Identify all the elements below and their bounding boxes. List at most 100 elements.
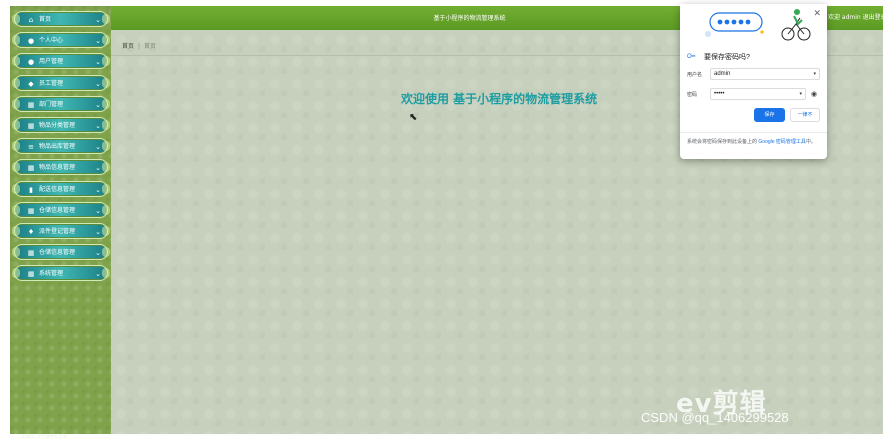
sidebar-item-1[interactable]: ● 个人中心 ⌄ <box>12 32 110 49</box>
menu-cap-left <box>12 226 20 236</box>
sidebar-item-label: 系统管理 <box>39 270 64 278</box>
sidebar-item-4[interactable]: ▦ 部门管理 ⌄ <box>12 95 110 112</box>
chevron-down-icon: ⌄ <box>95 249 101 258</box>
mouse-cursor-icon: ⬉ <box>409 112 418 123</box>
breadcrumb-current: 首页 <box>144 43 157 50</box>
username-field[interactable]: admin ▾ <box>710 68 820 80</box>
sidebar-item-label: 员工管理 <box>39 79 64 87</box>
sidebar-item-9[interactable]: ▦ 仓储信息管理 ⌄ <box>12 201 110 218</box>
user-icon: ● <box>27 37 35 46</box>
menu-cap-right <box>102 14 110 24</box>
status-bar: 0 项目，0 个选中 0 字节 <box>22 434 67 439</box>
chevron-down-icon: ⌄ <box>95 228 101 236</box>
sidebar-item-label: 用户管理 <box>39 58 64 66</box>
username-value: admin <box>714 71 731 77</box>
menu-cap-left <box>12 35 20 46</box>
save-password-button[interactable]: 保存 <box>754 108 785 122</box>
chevron-down-icon: ⌄ <box>95 79 101 88</box>
breadcrumb: 首页 | 首页 <box>122 41 156 50</box>
sidebar-item-7[interactable]: ▦ 物品信息管理 ⌄ <box>12 159 110 176</box>
grid-icon: ▦ <box>27 100 35 109</box>
sidebar-item-6[interactable]: ≡ 物品出库管理 ⌄ <box>12 138 110 155</box>
menu-cap-right <box>102 226 110 236</box>
menu-cap-left <box>12 56 20 67</box>
sliders-icon: ≡ <box>28 143 34 152</box>
key-icon: O━ <box>687 54 696 60</box>
chevron-down-icon: ⌄ <box>95 185 101 194</box>
grid-icon: ▦ <box>27 206 35 215</box>
menu-cap-left <box>12 120 20 130</box>
sidebar-item-label: 物品分类管理 <box>39 122 76 129</box>
menu-cap-right <box>102 141 110 152</box>
menu-cap-left <box>12 183 20 194</box>
sidebar-item-11[interactable]: ▦ 仓储信息管理 ⌄ <box>12 244 110 261</box>
sidebar-item-3[interactable]: ◆ 员工管理 ⌄ <box>12 74 110 91</box>
dialog-divider <box>680 132 827 133</box>
menu-cap-left <box>12 162 20 173</box>
chevron-down-icon: ⌄ <box>95 164 101 173</box>
user-logout-link[interactable]: 欢迎 admin 退出登录 <box>828 6 883 30</box>
menu-cap-right <box>102 120 110 130</box>
app-window: ⌂ 首页 ⌄ ● 个人中心 ⌄ ● 用户管理 ⌄ ◆ 员工管理 ⌄ ▦ 部门管理 ⌄ ▦ 物品分类管理 ⌄ ≡ 物品出… <box>0 0 883 439</box>
sidebar-item-label: 物品信息管理 <box>39 164 76 172</box>
welcome-heading: 欢迎使用 基于小程序的物流管理系统 <box>401 92 598 106</box>
chevron-down-icon[interactable]: ▾ <box>799 89 802 99</box>
sidebar-item-5[interactable]: ▦ 物品分类管理 ⌄ <box>12 117 110 133</box>
bulb-icon: ♦ <box>27 228 35 236</box>
password-value: ••••• <box>714 91 725 97</box>
password-manager-link[interactable]: Google 密码管理工具 <box>758 139 806 145</box>
home-icon: ⌂ <box>28 16 34 24</box>
username-label: 用户名 <box>687 72 703 78</box>
menu-cap-left <box>12 77 20 88</box>
chevron-down-icon[interactable]: ▾ <box>813 69 816 79</box>
sidebar-item-label: 部门管理 <box>39 100 64 108</box>
grid-icon: ▦ <box>27 270 35 279</box>
menu-cap-right <box>102 77 110 88</box>
save-password-dialog: ✕ O━ 要保存密码吗? 用户名 admin ▾ 密码 ••••• ▾ ◉ 保存… <box>680 4 827 159</box>
chart-icon: ▮ <box>29 185 33 194</box>
sidebar-item-label: 派件登记管理 <box>39 228 76 235</box>
dialog-title: 要保存密码吗? <box>704 54 750 61</box>
menu-cap-right <box>102 98 110 109</box>
sidebar-item-label: 仓储信息管理 <box>39 249 76 257</box>
menu-cap-right <box>102 268 110 279</box>
menu-cap-left <box>12 268 20 279</box>
show-password-eye-icon[interactable]: ◉ <box>811 90 817 98</box>
menu-cap-right <box>102 56 110 67</box>
grid-icon: ▦ <box>27 249 35 258</box>
menu-cap-left <box>12 204 20 215</box>
users-icon: ● <box>27 58 35 67</box>
footer-end-text: 中。 <box>805 139 816 145</box>
sidebar-item-10[interactable]: ♦ 派件登记管理 ⌄ <box>12 223 110 239</box>
menu-cap-right <box>102 35 110 46</box>
menu-cap-right <box>102 247 110 258</box>
sidebar-item-label: 仓储信息管理 <box>39 206 76 214</box>
password-illustration-icon <box>680 4 827 44</box>
chevron-down-icon: ⌄ <box>95 58 101 67</box>
breadcrumb-separator: | <box>138 43 141 50</box>
chevron-down-icon: ⌄ <box>95 122 101 130</box>
chevron-down-icon: ⌄ <box>95 206 101 215</box>
sidebar-item-label: 个人中心 <box>39 37 64 45</box>
sidebar-item-8[interactable]: ▮ 配送信息管理 ⌄ <box>12 180 110 197</box>
never-save-button[interactable]: 一律不 <box>790 108 820 122</box>
csdn-watermark: CSDN @qq_1406299528 <box>641 410 789 425</box>
menu-cap-left <box>12 141 20 152</box>
chevron-down-icon: ⌄ <box>95 37 101 46</box>
breadcrumb-root[interactable]: 首页 <box>122 43 134 50</box>
sidebar-item-0[interactable]: ⌂ 首页 ⌄ <box>12 11 110 27</box>
sidebar-menu: ⌂ 首页 ⌄ ● 个人中心 ⌄ ● 用户管理 ⌄ ◆ 员工管理 ⌄ ▦ 部门管理 ⌄ ▦ 物品分类管理 ⌄ ≡ 物品出… <box>10 6 111 439</box>
menu-cap-right <box>102 162 110 173</box>
menu-cap-left <box>12 98 20 109</box>
grid-icon: ▦ <box>27 164 35 173</box>
sidebar-item-12[interactable]: ▦ 系统管理 ⌄ <box>12 265 110 282</box>
sidebar-item-label: 配送信息管理 <box>39 185 76 193</box>
grid-icon: ▦ <box>27 122 35 130</box>
sidebar-item-label: 首页 <box>39 16 52 23</box>
password-field[interactable]: ••••• ▾ <box>710 88 806 100</box>
sidebar-item-2[interactable]: ● 用户管理 ⌄ <box>12 53 110 70</box>
chevron-down-icon: ⌄ <box>95 143 101 152</box>
close-icon[interactable]: ✕ <box>813 8 821 19</box>
staff-icon: ◆ <box>28 79 34 88</box>
menu-cap-left <box>12 14 20 24</box>
